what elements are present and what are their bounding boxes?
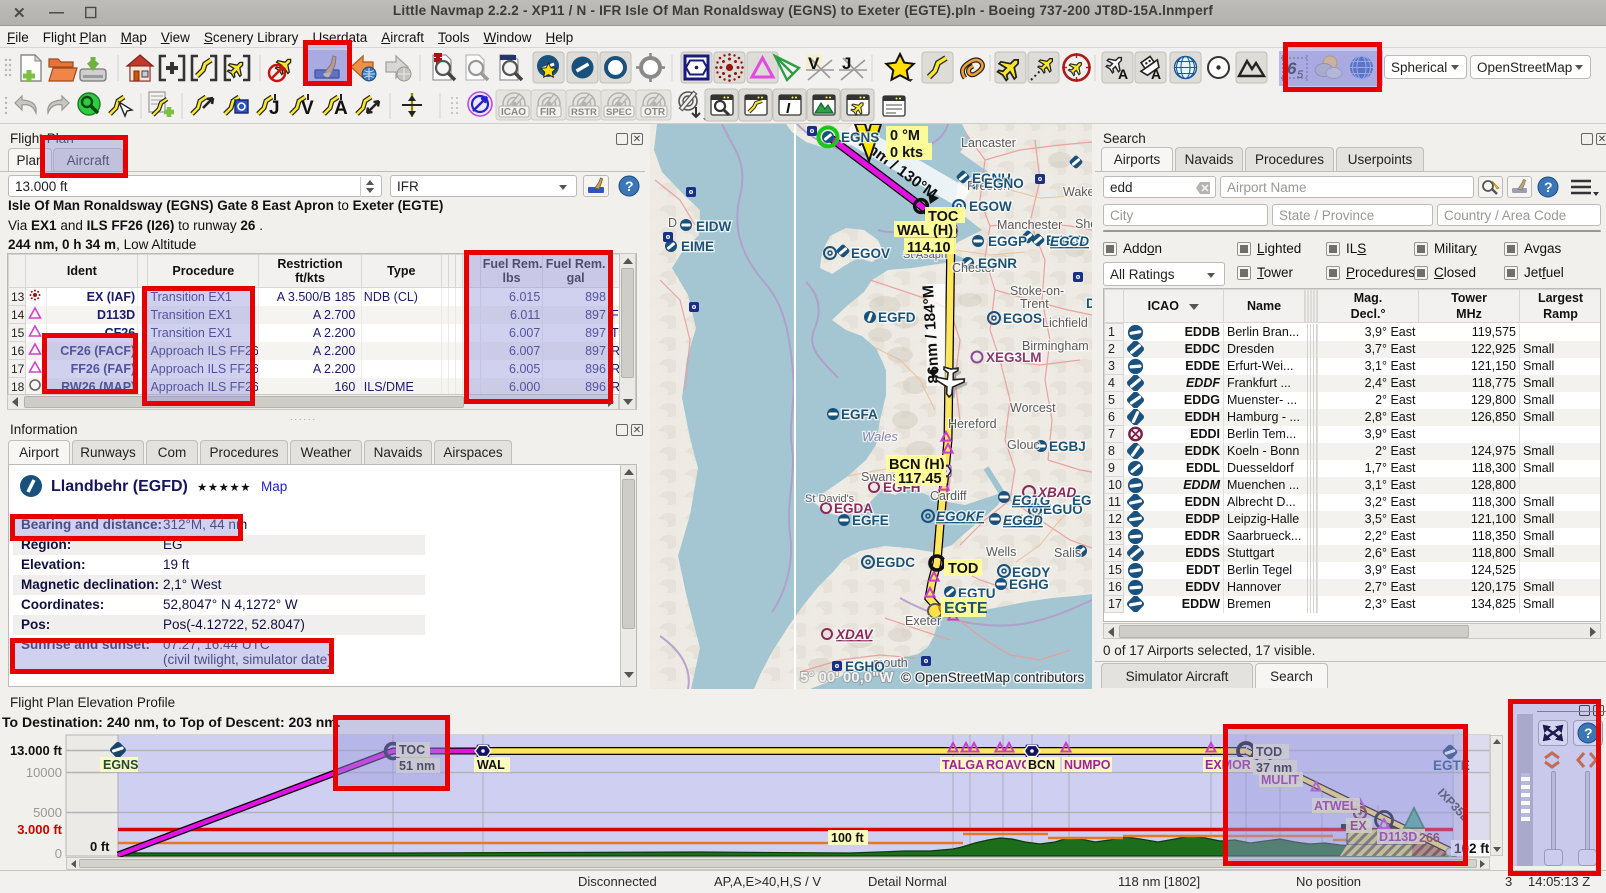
svg-text:10000: 10000 <box>26 765 62 780</box>
svg-text:V: V <box>301 98 314 119</box>
svg-text:13.000 ft: 13.000 ft <box>10 743 63 758</box>
svg-text:EGOKF: EGOKF <box>936 509 985 524</box>
svg-text:0 kts: 0 kts <box>890 145 923 161</box>
svg-text:Lichfield: Lichfield <box>1042 316 1088 330</box>
svg-text:100 ft: 100 ft <box>831 831 864 845</box>
svg-text:Wales: Wales <box>862 429 898 444</box>
svg-text:3.000 ft: 3.000 ft <box>17 822 62 837</box>
svg-text:117.45: 117.45 <box>898 471 942 487</box>
svg-text:Salis: Salis <box>1054 546 1081 560</box>
svg-text:5000: 5000 <box>33 805 62 820</box>
svg-text:RO: RO <box>986 758 1005 772</box>
svg-text:Exeter: Exeter <box>905 614 941 628</box>
svg-text:Glouc: Glouc <box>1007 438 1040 452</box>
svg-text:EIDW: EIDW <box>696 219 732 234</box>
svg-text:EGNO: EGNO <box>984 176 1024 191</box>
svg-text:TOD: TOD <box>948 561 978 577</box>
svg-text:0: 0 <box>55 846 62 861</box>
svg-text:?: ? <box>1544 179 1553 195</box>
svg-text:EGOV: EGOV <box>851 246 890 261</box>
svg-text:EGNS: EGNS <box>841 130 879 145</box>
svg-text:Cardiff: Cardiff <box>930 489 967 503</box>
svg-text:OTR: OTR <box>644 107 666 118</box>
svg-text:EGBJ: EGBJ <box>1049 439 1086 454</box>
svg-text:EGOW: EGOW <box>969 199 1012 214</box>
svg-text:Hereford: Hereford <box>948 417 997 431</box>
svg-text:EGTE: EGTE <box>944 600 988 617</box>
svg-text:Wake: Wake <box>1063 185 1092 199</box>
svg-text:EGCD: EGCD <box>1050 234 1089 249</box>
svg-text:© OpenStreetMap contributors: © OpenStreetMap contributors <box>901 670 1085 685</box>
svg-text:She: She <box>1075 217 1092 231</box>
svg-text:D: D <box>668 216 677 230</box>
svg-text:EGNR: EGNR <box>978 256 1017 271</box>
svg-text:Stoke-on-: Stoke-on- <box>1010 284 1064 298</box>
svg-text:EGOS: EGOS <box>1003 311 1042 326</box>
svg-text:Manchester: Manchester <box>997 218 1062 232</box>
svg-text:5° 00' 00,0"W: 5° 00' 00,0"W <box>800 669 894 686</box>
svg-text:V: V <box>808 54 820 73</box>
svg-text:EGGP: EGGP <box>988 234 1027 249</box>
svg-text:BCN: BCN <box>1028 758 1055 772</box>
svg-text:WAL (H): WAL (H) <box>897 223 953 239</box>
svg-text:RSTR: RSTR <box>571 107 597 118</box>
svg-text:XEG3LM: XEG3LM <box>986 350 1042 365</box>
svg-text:SPEC: SPEC <box>606 107 632 118</box>
svg-text:?: ? <box>625 178 634 194</box>
svg-text:FIR: FIR <box>540 107 557 118</box>
svg-text:EGFA: EGFA <box>841 407 878 422</box>
svg-text:EGFD: EGFD <box>878 310 916 325</box>
svg-text:EGNS: EGNS <box>103 758 138 772</box>
svg-text:XBAD: XBAD <box>1037 485 1077 500</box>
svg-text:EGDC: EGDC <box>876 555 915 570</box>
svg-text:TALGA: TALGA <box>942 758 984 772</box>
svg-text:Trent: Trent <box>1020 297 1049 311</box>
svg-text:NUMPO: NUMPO <box>1064 758 1111 772</box>
svg-text:EGGD: EGGD <box>1003 513 1043 528</box>
svg-text:114.10: 114.10 <box>907 240 951 256</box>
svg-text:WAL: WAL <box>477 758 505 772</box>
svg-text:ICAO: ICAO <box>501 107 526 118</box>
svg-text:EGHG: EGHG <box>1009 577 1049 592</box>
svg-text:XDAV: XDAV <box>835 627 874 642</box>
svg-text:J: J <box>842 54 851 73</box>
svg-text:EIME: EIME <box>681 239 714 254</box>
svg-text:0 °M: 0 °M <box>890 128 920 144</box>
svg-text:0 ft: 0 ft <box>90 839 110 854</box>
svg-text:A: A <box>1151 66 1161 82</box>
svg-text:D: D <box>1086 296 1092 311</box>
svg-text:Wells: Wells <box>986 545 1016 559</box>
svg-text:Lancaster: Lancaster <box>961 136 1016 150</box>
svg-text:A: A <box>1118 66 1128 82</box>
svg-text:Worcest: Worcest <box>1010 401 1056 415</box>
svg-text:EGDA: EGDA <box>834 501 873 516</box>
svg-text:A: A <box>334 98 348 119</box>
svg-text:J: J <box>269 98 280 119</box>
